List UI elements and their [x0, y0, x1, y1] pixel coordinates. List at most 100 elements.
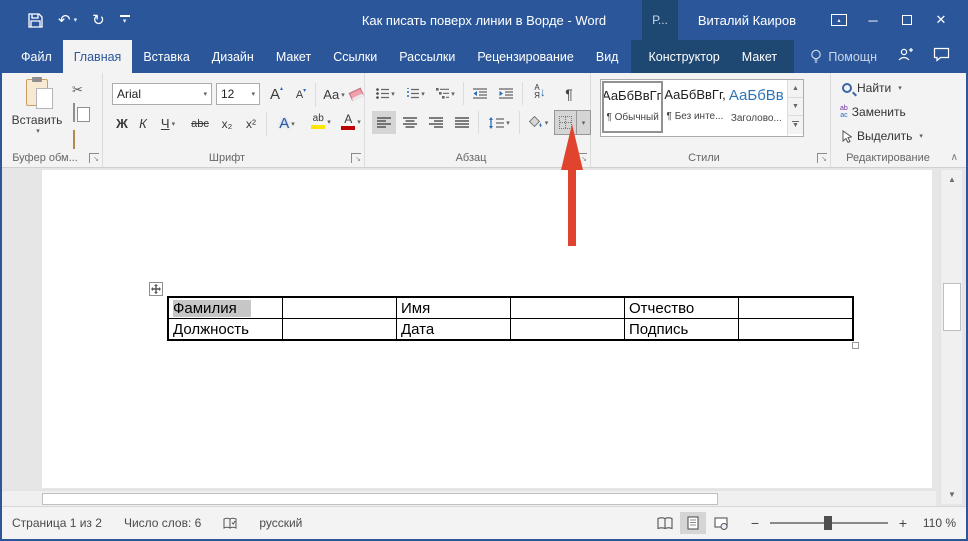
text-highlight-button[interactable]: ab ▾ — [305, 110, 337, 133]
text-effects-button[interactable]: A▾ — [272, 112, 302, 135]
table-cell[interactable]: Подпись — [625, 319, 739, 340]
tab-mailings[interactable]: Рассылки — [388, 40, 466, 73]
tab-table-design[interactable]: Конструктор — [637, 40, 730, 73]
justify-button[interactable] — [450, 111, 474, 134]
proofing-status[interactable] — [223, 517, 237, 530]
tell-me-tab[interactable]: Помощн — [810, 49, 877, 64]
subscript-button[interactable]: x₂ — [216, 112, 238, 135]
zoom-slider-thumb[interactable] — [824, 516, 832, 530]
sort-button[interactable]: АЯ ↓ — [527, 80, 553, 103]
style-normal[interactable]: АаБбВвГг, ¶ Обычный — [602, 81, 663, 133]
maximize-button[interactable] — [890, 0, 924, 40]
styles-scroll-down-button[interactable]: ▼ — [788, 98, 803, 116]
tab-insert[interactable]: Вставка — [132, 40, 200, 73]
align-center-button[interactable] — [398, 111, 422, 134]
page-indicator[interactable]: Страница 1 из 2 — [12, 516, 102, 530]
save-button[interactable] — [28, 13, 43, 28]
replace-button[interactable]: ab ac Заменить — [840, 105, 906, 119]
line-spacing-button[interactable]: ▾ — [483, 111, 515, 134]
styles-scroll-up-button[interactable]: ▲ — [788, 80, 803, 98]
redo-button[interactable]: ↻ — [92, 13, 105, 28]
multilevel-list-button[interactable]: ▾ — [432, 82, 459, 105]
styles-more-button[interactable]: ▼ — [788, 116, 803, 134]
tab-references[interactable]: Ссылки — [322, 40, 388, 73]
copy-button[interactable] — [73, 104, 75, 122]
paste-button[interactable]: Вставить ▾ — [10, 79, 64, 153]
bold-button[interactable]: Ж — [112, 112, 132, 135]
shrink-font-button[interactable]: A▾ — [290, 83, 312, 106]
table-resize-handle[interactable] — [852, 342, 859, 349]
change-case-button[interactable]: Aa▾ — [319, 83, 349, 106]
font-family-combobox[interactable]: Arial▾ — [112, 83, 212, 105]
show-marks-button[interactable]: ¶ — [558, 82, 580, 105]
shading-button[interactable]: ▾ — [523, 111, 553, 134]
print-layout-button[interactable] — [680, 512, 706, 534]
table-cell[interactable] — [283, 298, 397, 319]
decrease-indent-button[interactable] — [468, 82, 492, 105]
zoom-out-button[interactable]: − — [748, 515, 762, 531]
horizontal-scroll-thumb[interactable] — [42, 493, 718, 505]
table-move-handle[interactable] — [149, 282, 163, 296]
align-left-button[interactable] — [372, 111, 396, 134]
zoom-level[interactable]: 110 % — [910, 516, 956, 530]
read-mode-button[interactable] — [652, 512, 678, 534]
close-button[interactable]: ✕ — [924, 0, 958, 40]
numbering-button[interactable]: ▾ — [402, 82, 429, 105]
strikethrough-button[interactable]: abc — [186, 112, 214, 135]
grow-font-button[interactable]: A▴ — [265, 83, 288, 106]
table-cell[interactable]: Имя — [397, 298, 511, 319]
ribbon-display-options-button[interactable]: ▴ — [822, 0, 856, 40]
align-right-button[interactable] — [424, 111, 448, 134]
horizontal-scrollbar[interactable] — [2, 490, 936, 506]
table-cell[interactable] — [283, 319, 397, 340]
style-no-spacing[interactable]: АаБбВвГг, ¶ Без инте... — [664, 80, 725, 132]
scroll-down-button[interactable]: ▼ — [943, 486, 961, 503]
table-cell[interactable] — [739, 298, 853, 319]
table-cell[interactable]: Дата — [397, 319, 511, 340]
comments-button[interactable] — [933, 47, 950, 67]
clipboard-dialog-launcher[interactable]: ↘ — [89, 153, 99, 163]
minimize-button[interactable]: ─ — [856, 0, 890, 40]
table-cell[interactable]: Должность — [169, 319, 283, 340]
find-button[interactable]: Найти▾ — [842, 81, 902, 95]
cut-button[interactable]: ✂ — [72, 81, 83, 99]
scroll-up-button[interactable]: ▲ — [943, 171, 961, 188]
underline-button[interactable]: Ч▾ — [154, 112, 182, 135]
italic-button[interactable]: К — [134, 112, 152, 135]
tab-design[interactable]: Дизайн — [201, 40, 265, 73]
language-indicator[interactable]: русский — [259, 516, 302, 530]
clear-formatting-button[interactable] — [348, 83, 364, 106]
table-cell[interactable] — [739, 319, 853, 340]
table-cell[interactable] — [511, 319, 625, 340]
tab-review[interactable]: Рецензирование — [466, 40, 585, 73]
superscript-button[interactable]: x² — [240, 112, 262, 135]
increase-indent-button[interactable] — [494, 82, 518, 105]
tab-file[interactable]: Файл — [10, 40, 63, 73]
word-count[interactable]: Число слов: 6 — [124, 516, 201, 530]
table-cell[interactable]: Фамилия — [169, 298, 283, 319]
bullets-button[interactable]: ▾ — [372, 82, 399, 105]
tab-home[interactable]: Главная — [63, 40, 133, 73]
vertical-scroll-thumb[interactable] — [943, 283, 961, 331]
user-name[interactable]: Виталий Каиров — [698, 13, 796, 28]
tab-layout[interactable]: Макет — [265, 40, 322, 73]
tab-view[interactable]: Вид — [585, 40, 630, 73]
undo-button[interactable]: ↶ ▾ — [58, 13, 77, 28]
collapse-ribbon-button[interactable]: ∧ — [951, 152, 958, 163]
font-dialog-launcher[interactable]: ↘ — [351, 153, 361, 163]
customize-qat-button[interactable]: ▾ — [120, 15, 130, 25]
style-heading1[interactable]: АаБбВв Заголово... — [726, 80, 787, 132]
styles-dialog-launcher[interactable]: ↘ — [817, 153, 827, 163]
zoom-in-button[interactable]: + — [896, 515, 910, 531]
zoom-slider[interactable] — [770, 522, 888, 524]
table-cell[interactable]: Отчество — [625, 298, 739, 319]
tab-table-layout[interactable]: Макет — [731, 40, 788, 73]
web-layout-button[interactable] — [708, 512, 734, 534]
share-button[interactable] — [897, 47, 913, 67]
table-cell[interactable] — [511, 298, 625, 319]
font-color-button[interactable]: А ▾ — [338, 110, 364, 133]
format-painter-button[interactable] — [73, 131, 75, 149]
vertical-scrollbar[interactable]: ▲ ▼ — [940, 170, 962, 504]
font-size-combobox[interactable]: 12▾ — [216, 83, 260, 105]
select-button[interactable]: Выделить▾ — [842, 129, 923, 143]
